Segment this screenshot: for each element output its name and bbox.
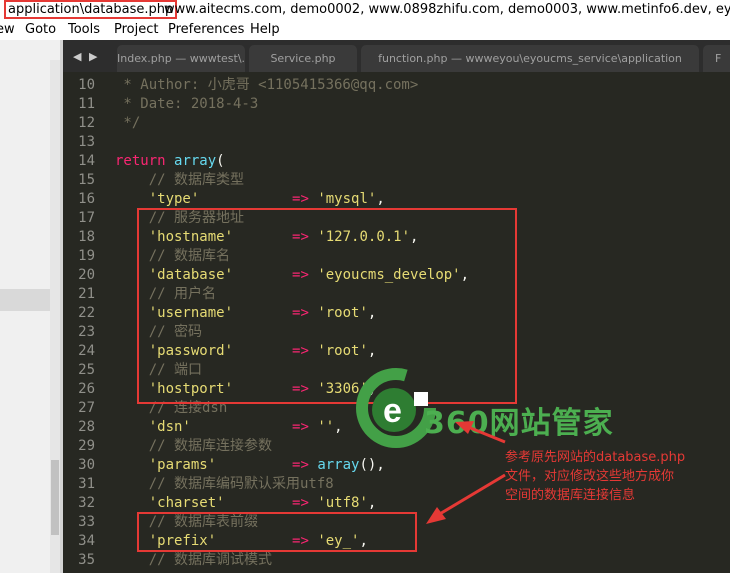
code-token: 'utf8'	[317, 495, 368, 511]
code-token: (),	[359, 457, 385, 473]
line-number: 14	[78, 153, 95, 169]
line-number: 23	[78, 324, 95, 340]
tab-index-php[interactable]: Index.php — wwwtest\...	[117, 45, 245, 72]
line-number: 25	[78, 362, 95, 378]
code-token: 'params'	[115, 457, 293, 473]
line-number: 30	[78, 457, 95, 473]
scrollbar-top	[50, 40, 60, 60]
line-number: 12	[78, 115, 95, 131]
code-line[interactable]: * Author: 小虎哥 <1105415366@qq.com>	[115, 76, 730, 95]
line-number: 21	[78, 286, 95, 302]
code-token: * Date: 2018-4-3	[115, 96, 259, 112]
code-line[interactable]: return array(	[115, 152, 730, 171]
code-token: ,	[334, 419, 343, 435]
line-number: 22	[78, 305, 95, 321]
scrollbar-thumb[interactable]	[51, 460, 59, 535]
title-path-highlight: application\database.php	[4, 0, 178, 19]
line-number: 20	[78, 267, 95, 283]
sidebar-selected-row[interactable]	[0, 289, 50, 311]
menu-view[interactable]: ew	[0, 20, 15, 40]
code-token: * Author: 小虎哥 <1105415366@qq.com>	[115, 77, 419, 93]
code-token: // 数据库类型	[115, 172, 245, 188]
menu-preferences[interactable]: Preferences	[168, 20, 244, 40]
code-line[interactable]: // 数据库调试模式	[115, 551, 730, 570]
prefix-field-highlight	[137, 512, 417, 552]
sidebar-panel[interactable]	[0, 40, 50, 573]
menu-tools[interactable]: Tools	[68, 20, 100, 40]
line-number: 19	[78, 248, 95, 264]
code-token: =>	[292, 191, 318, 207]
code-token: =>	[292, 495, 318, 511]
code-token: */	[115, 115, 141, 131]
sidebar-scrollbar[interactable]	[50, 40, 60, 573]
line-number: 31	[78, 476, 95, 492]
annotation-line-3: 空间的数据库连接信息	[505, 488, 636, 503]
line-number: 28	[78, 419, 95, 435]
code-token: =>	[292, 419, 318, 435]
line-number: 16	[78, 191, 95, 207]
menu-help[interactable]: Help	[250, 20, 280, 40]
title-project-list: www.aitecms.com, demo0002, www.0898zhifu…	[164, 2, 730, 17]
code-token: // 数据库编码默认采用utf8	[115, 476, 334, 492]
tab-function-php[interactable]: function.php — wwweyou\eyoucms_service\a…	[361, 45, 699, 72]
code-token: ''	[317, 419, 335, 435]
line-number: 29	[78, 438, 95, 454]
tab-scroll-right-icon[interactable]: ▶	[89, 50, 101, 63]
line-number: 10	[78, 77, 95, 93]
code-token: array	[317, 457, 360, 473]
code-token: 'charset'	[115, 495, 293, 511]
line-number: 24	[78, 343, 95, 359]
tab-bar: ◀ ▶ Index.php — wwwtest\... Service.php …	[63, 40, 730, 72]
code-token: ,	[376, 191, 385, 207]
annotation-line-2: 文件，对应修改这些地方成你	[505, 469, 675, 484]
line-number: 15	[78, 172, 95, 188]
menu-bar: ew Goto Tools Project Preferences Help	[0, 20, 730, 40]
line-number: 34	[78, 533, 95, 549]
code-token: // 数据库调试模式	[115, 552, 273, 568]
code-line[interactable]: 'type' => 'mysql',	[115, 190, 730, 209]
line-number: 32	[78, 495, 95, 511]
line-number: 18	[78, 229, 95, 245]
svg-text:e: e	[383, 392, 402, 430]
code-token: // 数据库连接参数	[115, 438, 273, 454]
line-number: 33	[78, 514, 95, 530]
line-number: 11	[78, 96, 95, 112]
menu-project[interactable]: Project	[114, 20, 158, 40]
line-number: 17	[78, 210, 95, 226]
line-number-gutter: 10 11 12 13 14 15 16 17 18 19 20 21 22 23 24 25 26 27 28 29…	[63, 72, 101, 573]
code-token: 'mysql'	[317, 191, 377, 207]
code-token: array	[174, 153, 217, 169]
code-token: (	[216, 153, 225, 169]
code-line[interactable]: * Date: 2018-4-3	[115, 95, 730, 114]
annotation-note: 参考原先网站的database.php 文件，对应修改这些地方成你 空间的数据库…	[505, 448, 727, 505]
code-token: 'dsn'	[115, 419, 293, 435]
line-number: 35	[78, 552, 95, 568]
menu-goto[interactable]: Goto	[25, 20, 56, 40]
code-line[interactable]: */	[115, 114, 730, 133]
tab-partial[interactable]: F	[703, 45, 730, 72]
code-token: =>	[292, 457, 318, 473]
line-number: 13	[78, 134, 95, 150]
tab-scroll-left-icon[interactable]: ◀	[73, 50, 85, 63]
tab-service-php[interactable]: Service.php	[249, 45, 357, 72]
annotation-line-1: 参考原先网站的database.php	[505, 450, 686, 465]
watermark-text: 360网站管家	[424, 406, 614, 441]
code-token: 'type'	[115, 191, 293, 207]
code-line[interactable]: // 数据库类型	[115, 171, 730, 190]
window-titlebar: application\database.php www.aitecms.com…	[0, 0, 730, 20]
line-number: 27	[78, 400, 95, 416]
code-token: return	[115, 153, 175, 169]
line-number: 26	[78, 381, 95, 397]
code-token: ,	[367, 495, 377, 511]
